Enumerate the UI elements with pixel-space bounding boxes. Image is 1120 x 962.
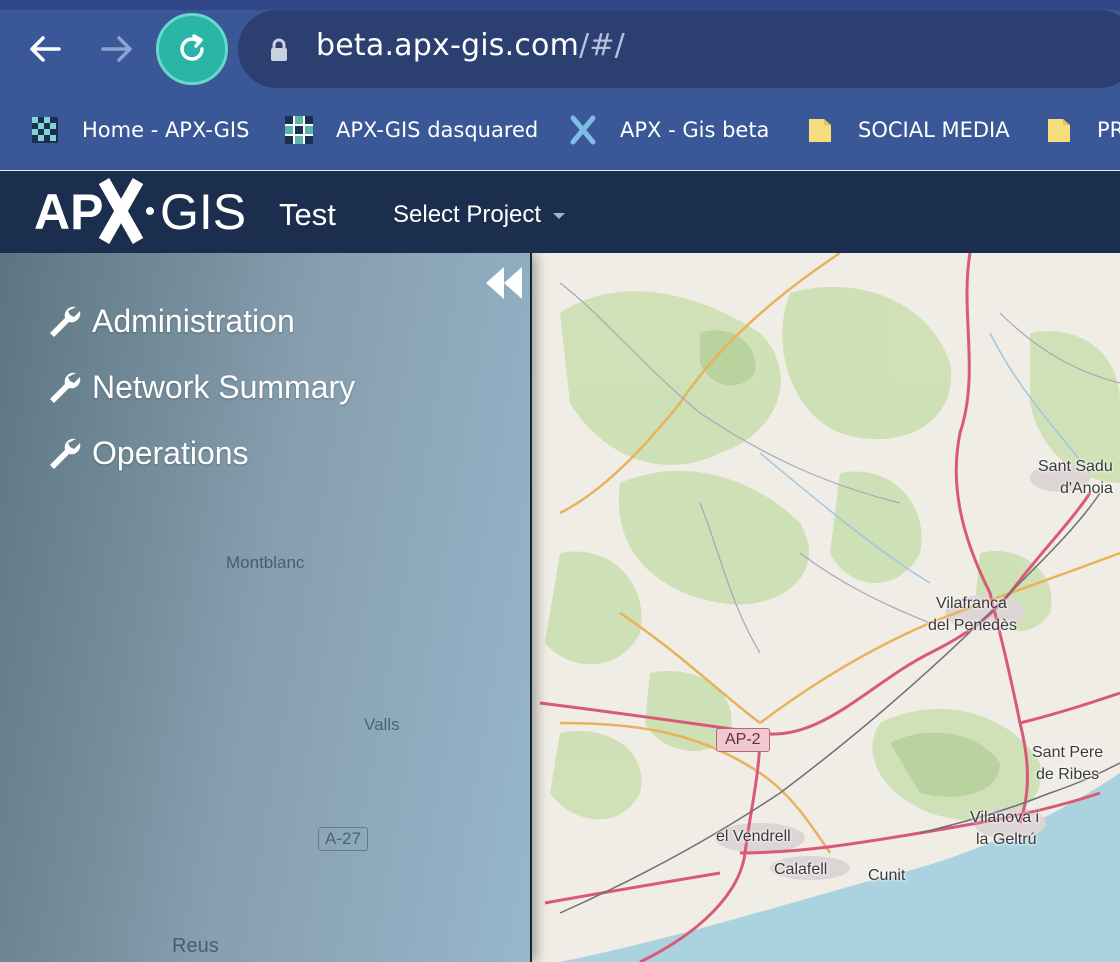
sidebar-item-operations[interactable]: Operations (46, 431, 249, 475)
map-label-valls: Valls (364, 715, 400, 734)
grid-favicon-icon (285, 116, 313, 144)
map-label-cunit: Cunit (868, 867, 906, 884)
url-text: beta.apx-gis.com/#/ (316, 28, 625, 63)
browser-toolbar: beta.apx-gis.com/#/ Home - APX-GIS APX-G… (0, 0, 1120, 170)
project-name: Test (279, 197, 336, 232)
caret-down-icon (553, 213, 566, 219)
map-label-line: Vilanova i (970, 809, 1040, 826)
app-header: AP GIS Test Select Project (0, 171, 1120, 253)
folder-icon (809, 119, 831, 142)
x-favicon-icon (570, 115, 596, 145)
bookmark-label: PR (1097, 118, 1120, 142)
map-label-sant-sadurni: Sant Sadu d'Anoia (1038, 456, 1113, 500)
map-label-line: Sant Pere (1032, 744, 1104, 761)
bookmark-label: Home - APX-GIS (82, 118, 250, 142)
address-bar[interactable]: beta.apx-gis.com/#/ (238, 10, 1120, 88)
back-button[interactable] (20, 24, 70, 74)
road-shield-a27: A-27 (318, 827, 368, 851)
arrow-left-icon (30, 36, 61, 62)
map-label-line: la Geltrú (976, 831, 1037, 848)
svg-text:AP: AP (34, 184, 103, 240)
map-label-line: Vilafranca (936, 595, 1007, 612)
bookmark-label: APX-GIS dasquared (336, 118, 539, 142)
lock-icon (271, 38, 287, 61)
sidebar-item-administration[interactable]: Administration (46, 299, 295, 343)
forward-button[interactable] (92, 24, 142, 74)
bookmark-label: APX - Gis beta (620, 118, 770, 142)
map-label-sant-pere: Sant Pere de Ribes (1032, 742, 1103, 786)
sidebar: Montblanc Valls A-27 Reus Administration… (0, 253, 532, 962)
bookmark-apx-gis-beta[interactable]: APX - Gis beta (568, 106, 769, 154)
select-project-dropdown[interactable]: Select Project (393, 201, 566, 229)
wrench-icon (50, 438, 81, 469)
map-label-line: de Ribes (1036, 766, 1100, 783)
sidebar-item-label: Network Summary (92, 368, 356, 405)
road-shield-ap2: AP-2 (716, 728, 770, 752)
bookmark-social-media[interactable]: SOCIAL MEDIA (806, 106, 1010, 154)
bookmarks-bar: Home - APX-GIS APX-GIS dasquared APX - G… (0, 106, 1120, 154)
bookmark-label: SOCIAL MEDIA (858, 118, 1010, 142)
bookmark-apx-gis-dasquared[interactable]: APX-GIS dasquared (284, 106, 538, 154)
map-label-calafell: Calafell (774, 861, 828, 878)
reload-icon (180, 34, 204, 61)
select-project-label: Select Project (393, 201, 542, 228)
map-label-el-vendrell: el Vendrell (716, 828, 791, 845)
sidebar-item-label: Operations (92, 434, 249, 471)
sidebar-item-network-summary[interactable]: Network Summary (46, 365, 355, 409)
bookmark-pr[interactable]: PR (1045, 106, 1120, 154)
double-chevron-left-icon (486, 267, 522, 299)
arrow-right-icon (101, 36, 132, 62)
map-label-vilanova: Vilanova i la Geltrú (970, 807, 1039, 851)
apx-gis-logo: AP GIS (34, 178, 246, 244)
wrench-icon (50, 306, 81, 337)
map-label-line: Sant Sadu (1038, 458, 1113, 475)
map-label-montblanc: Montblanc (226, 553, 305, 572)
map-label-line: d'Anoia (1060, 480, 1113, 497)
map-label-line: del Penedès (928, 617, 1017, 634)
reload-button[interactable] (156, 13, 228, 85)
bookmark-home-apx-gis[interactable]: Home - APX-GIS (30, 106, 249, 154)
wrench-icon (50, 372, 81, 403)
map-label-reus: Reus (172, 935, 219, 957)
collapse-sidebar-button[interactable] (482, 261, 526, 305)
checker-favicon-icon (32, 117, 58, 143)
svg-text:GIS: GIS (160, 184, 246, 240)
folder-icon (1048, 119, 1070, 142)
sidebar-item-label: Administration (92, 302, 295, 339)
main-area: Sant Sadu d'Anoia Vilafranca del Penedès… (0, 253, 1120, 962)
map-label-vilafranca: Vilafranca del Penedès (928, 593, 1017, 637)
url-host: beta.apx-gis.com (316, 28, 580, 63)
url-path: /#/ (579, 28, 625, 63)
